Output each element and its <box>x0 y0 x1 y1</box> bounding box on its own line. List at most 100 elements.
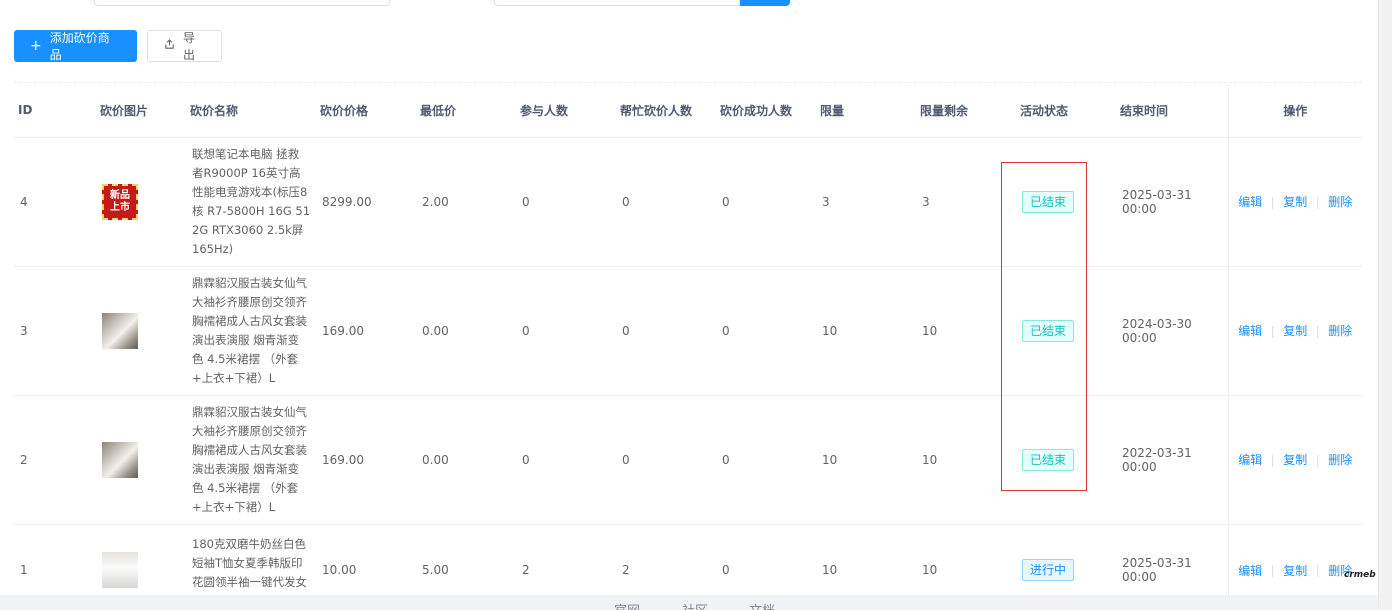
status-badge: 已结束 <box>1022 319 1075 342</box>
cell-price: 8299.00 <box>316 137 416 267</box>
table-row: 3 鼎霖貂汉服古装女仙气大袖衫齐腰原创交领齐胸襦裙成人古风女套装演出表演服 烟青… <box>14 266 1362 396</box>
col-header-image: 砍价图片 <box>96 84 186 138</box>
cell-remaining: 3 <box>916 137 1016 267</box>
action-separator <box>1317 565 1319 578</box>
cell-quota: 3 <box>816 137 916 267</box>
footer-link-official[interactable]: 官网 <box>614 600 640 610</box>
cell-id: 2 <box>14 395 96 525</box>
status-badge: 进行中 <box>1022 559 1075 582</box>
export-button[interactable]: 导出 <box>147 30 222 62</box>
crmeb-logo: crmeb <box>1344 570 1376 580</box>
cell-min-price: 0.00 <box>416 266 516 396</box>
table-header-row: ID 砍价图片 砍价名称 砍价价格 最低价 参与人数 帮忙砍价人数 砍价成功人数… <box>14 84 1362 138</box>
cell-helpers: 0 <box>616 137 716 267</box>
footer: 官网 社区 文档 <box>0 595 1378 610</box>
cell-end-time: 2024-03-30 00:00 <box>1116 266 1228 396</box>
col-header-actions: 操作 <box>1227 84 1362 138</box>
table-row: 4 新品 上市 联想笔记本电脑 拯救者R9000P 16英寸高性能电竞游戏本(标… <box>14 137 1362 267</box>
cell-actions: 编辑 复制 删除 <box>1227 395 1362 525</box>
edit-button[interactable]: 编辑 <box>1238 564 1262 578</box>
col-header-remaining: 限量剩余 <box>916 84 1016 138</box>
col-header-end-time: 结束时间 <box>1116 84 1228 138</box>
copy-button[interactable]: 复制 <box>1283 195 1307 209</box>
cell-success: 0 <box>716 266 816 396</box>
filter-input-1[interactable] <box>94 0 390 6</box>
cell-participants: 0 <box>516 395 616 525</box>
bargain-products-table: ID 砍价图片 砍价名称 砍价价格 最低价 参与人数 帮忙砍价人数 砍价成功人数… <box>14 84 1362 610</box>
filter-input-2[interactable] <box>494 0 740 6</box>
col-header-price: 砍价价格 <box>316 84 416 138</box>
edit-button[interactable]: 编辑 <box>1238 324 1262 338</box>
status-badge: 已结束 <box>1022 190 1075 213</box>
cell-status: 已结束 <box>1016 395 1116 525</box>
edit-button[interactable]: 编辑 <box>1238 453 1262 467</box>
cell-status: 已结束 <box>1016 266 1116 396</box>
action-separator <box>1317 196 1319 209</box>
product-thumbnail[interactable] <box>102 441 138 478</box>
cell-participants: 0 <box>516 137 616 267</box>
cell-price: 169.00 <box>316 266 416 396</box>
cell-status: 已结束 <box>1016 137 1116 267</box>
col-header-participants: 参与人数 <box>516 84 616 138</box>
col-header-id: ID <box>14 84 96 138</box>
col-header-quota: 限量 <box>816 84 916 138</box>
product-thumbnail[interactable] <box>102 552 138 589</box>
cell-quota: 10 <box>816 266 916 396</box>
table-row: 2 鼎霖貂汉服古装女仙气大袖衫齐腰原创交领齐胸襦裙成人古风女套装演出表演服 烟青… <box>14 395 1362 525</box>
copy-button[interactable]: 复制 <box>1283 453 1307 467</box>
cell-success: 0 <box>716 395 816 525</box>
divider <box>14 82 1362 83</box>
cell-success: 0 <box>716 137 816 267</box>
cell-name-text: 180克双磨牛奶丝白色短袖T恤女夏季韩版印花圆领半袖一键代发女装 <box>192 536 307 589</box>
cell-end-time: 2022-03-31 00:00 <box>1116 395 1228 525</box>
action-separator <box>1272 454 1274 467</box>
cell-image <box>96 266 186 396</box>
delete-button[interactable]: 删除 <box>1328 324 1352 338</box>
cell-remaining: 10 <box>916 395 1016 525</box>
col-header-helpers: 帮忙砍价人数 <box>616 84 716 138</box>
cell-id: 4 <box>14 137 96 267</box>
vertical-scrollbar[interactable] <box>1378 0 1392 610</box>
action-separator <box>1272 565 1274 578</box>
copy-button[interactable]: 复制 <box>1283 324 1307 338</box>
delete-button[interactable]: 删除 <box>1328 195 1352 209</box>
cell-end-time: 2025-03-31 00:00 <box>1116 137 1228 267</box>
action-separator <box>1317 325 1319 338</box>
col-header-status: 活动状态 <box>1016 84 1116 138</box>
cell-name: 鼎霖貂汉服古装女仙气大袖衫齐腰原创交领齐胸襦裙成人古风女套装演出表演服 烟青渐变… <box>186 266 316 396</box>
cell-image <box>96 395 186 525</box>
cell-actions: 编辑 复制 删除 <box>1227 137 1362 267</box>
col-header-min-price: 最低价 <box>416 84 516 138</box>
cell-image: 新品 上市 <box>96 137 186 267</box>
edit-button[interactable]: 编辑 <box>1238 195 1262 209</box>
cell-min-price: 0.00 <box>416 395 516 525</box>
export-icon <box>164 39 175 53</box>
product-thumbnail[interactable]: 新品 上市 <box>102 183 138 220</box>
action-separator <box>1317 454 1319 467</box>
cell-id: 3 <box>14 266 96 396</box>
copy-button[interactable]: 复制 <box>1283 564 1307 578</box>
action-separator <box>1272 196 1274 209</box>
cell-actions: 编辑 复制 删除 <box>1227 266 1362 396</box>
cell-helpers: 0 <box>616 266 716 396</box>
add-bargain-product-label: 添加砍价商品 <box>49 31 110 62</box>
cell-helpers: 0 <box>616 395 716 525</box>
export-label: 导出 <box>183 31 196 62</box>
cell-participants: 0 <box>516 266 616 396</box>
col-header-name: 砍价名称 <box>186 84 316 138</box>
delete-button[interactable]: 删除 <box>1328 453 1352 467</box>
cell-min-price: 2.00 <box>416 137 516 267</box>
add-bargain-product-button[interactable]: + 添加砍价商品 <box>14 30 137 62</box>
product-thumbnail[interactable] <box>102 312 138 349</box>
status-badge: 已结束 <box>1022 448 1075 471</box>
plus-icon: + <box>30 38 42 54</box>
thumb-badge-text: 新品 上市 <box>110 189 130 213</box>
cell-quota: 10 <box>816 395 916 525</box>
cell-name: 鼎霖貂汉服古装女仙气大袖衫齐腰原创交领齐胸襦裙成人古风女套装演出表演服 烟青渐变… <box>186 395 316 525</box>
col-header-success: 砍价成功人数 <box>716 84 816 138</box>
footer-link-community[interactable]: 社区 <box>682 600 708 610</box>
search-button[interactable] <box>740 0 790 6</box>
cell-remaining: 10 <box>916 266 1016 396</box>
footer-link-docs[interactable]: 文档 <box>749 600 775 610</box>
cell-name: 联想笔记本电脑 拯救者R9000P 16英寸高性能电竞游戏本(标压8核 R7-5… <box>186 137 316 267</box>
